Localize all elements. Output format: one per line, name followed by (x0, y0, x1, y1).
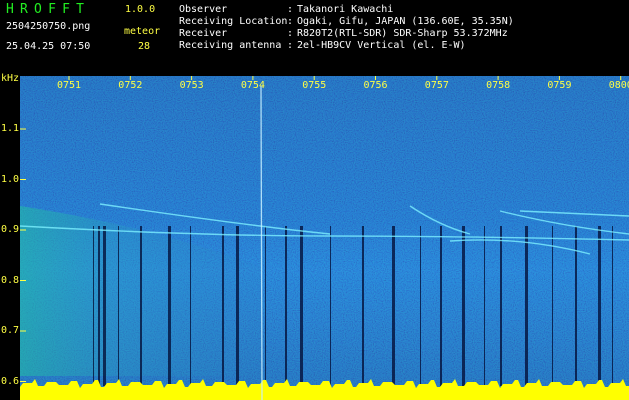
observer-sep: : (287, 4, 294, 15)
receiver-sep: : (287, 28, 294, 39)
location-sep: : (287, 16, 294, 27)
dark-column (392, 226, 395, 386)
time-tick-label: 0757 (424, 80, 449, 91)
time-tick-label: 0759 (547, 80, 572, 91)
time-tick-label: 0755 (302, 80, 327, 91)
freq-tick-label: 0.6 (1, 375, 20, 387)
dark-column (118, 226, 119, 386)
meteor-count: 28 (138, 41, 151, 52)
receiver-value: R820T2(RTL-SDR) SDR-Sharp 53.372MHz (297, 28, 508, 39)
dark-column (140, 226, 142, 386)
dark-column (440, 226, 442, 386)
receiver-label: Receiver (179, 28, 228, 39)
dark-column (525, 226, 528, 386)
time-tick-label: 0756 (363, 80, 388, 91)
time-tick-label: 0754 (240, 80, 265, 91)
dark-column (420, 226, 421, 386)
file-name: 2504250750.png (6, 21, 91, 32)
dark-column (168, 226, 171, 386)
dark-column (552, 226, 553, 386)
app-version: 1.0.0 (125, 4, 156, 15)
spectrogram-plot (19, 76, 629, 400)
freq-tick-label: 0.9 (1, 224, 20, 235)
dark-column (462, 226, 465, 386)
time-tick-label: 0800 (608, 80, 629, 91)
dark-column (484, 226, 485, 386)
time-tick-label: 0752 (118, 80, 143, 91)
header-panel: HROFFT 1.0.0 2504250750.png 25.04.25 07:… (0, 0, 629, 76)
dark-column (285, 226, 287, 386)
dark-column (103, 226, 106, 386)
dark-column (190, 226, 191, 386)
time-tick-label: 0753 (179, 80, 204, 91)
dark-column (222, 226, 224, 386)
location-label: Receiving Location (179, 16, 288, 27)
observer-value: Takanori Kawachi (297, 4, 394, 15)
unit-label: kHz (1, 73, 20, 84)
freq-tick-label: 1.0 (1, 173, 20, 185)
meteor-label: meteor (124, 26, 161, 37)
dark-column (300, 226, 303, 386)
antenna-value: 2el-HB9CV Vertical (el. E-W) (297, 40, 466, 51)
location-value: Ogaki, Gifu, JAPAN (136.60E, 35.35N) (297, 16, 514, 27)
dark-column (362, 226, 364, 386)
observer-label: Observer (179, 4, 228, 15)
time-tick-label: 0758 (486, 80, 511, 91)
dark-column (98, 226, 100, 386)
dark-column (93, 226, 94, 386)
dark-column (330, 226, 331, 386)
antenna-label: Receiving antenna (179, 40, 282, 51)
dark-column (612, 226, 613, 386)
antenna-sep: : (287, 40, 294, 51)
freq-tick-label: 0.8 (1, 274, 20, 286)
app-title: HROFFT (6, 2, 91, 17)
date-time: 25.04.25 07:50 (6, 41, 91, 52)
dark-column (265, 226, 266, 386)
dark-column (500, 226, 502, 386)
dark-column (598, 226, 601, 386)
dark-column (236, 226, 239, 386)
freq-tick-label: 0.7 (1, 325, 20, 336)
freq-tick-label: 1.1 (1, 123, 20, 134)
time-tick-label: 0751 (57, 80, 82, 91)
